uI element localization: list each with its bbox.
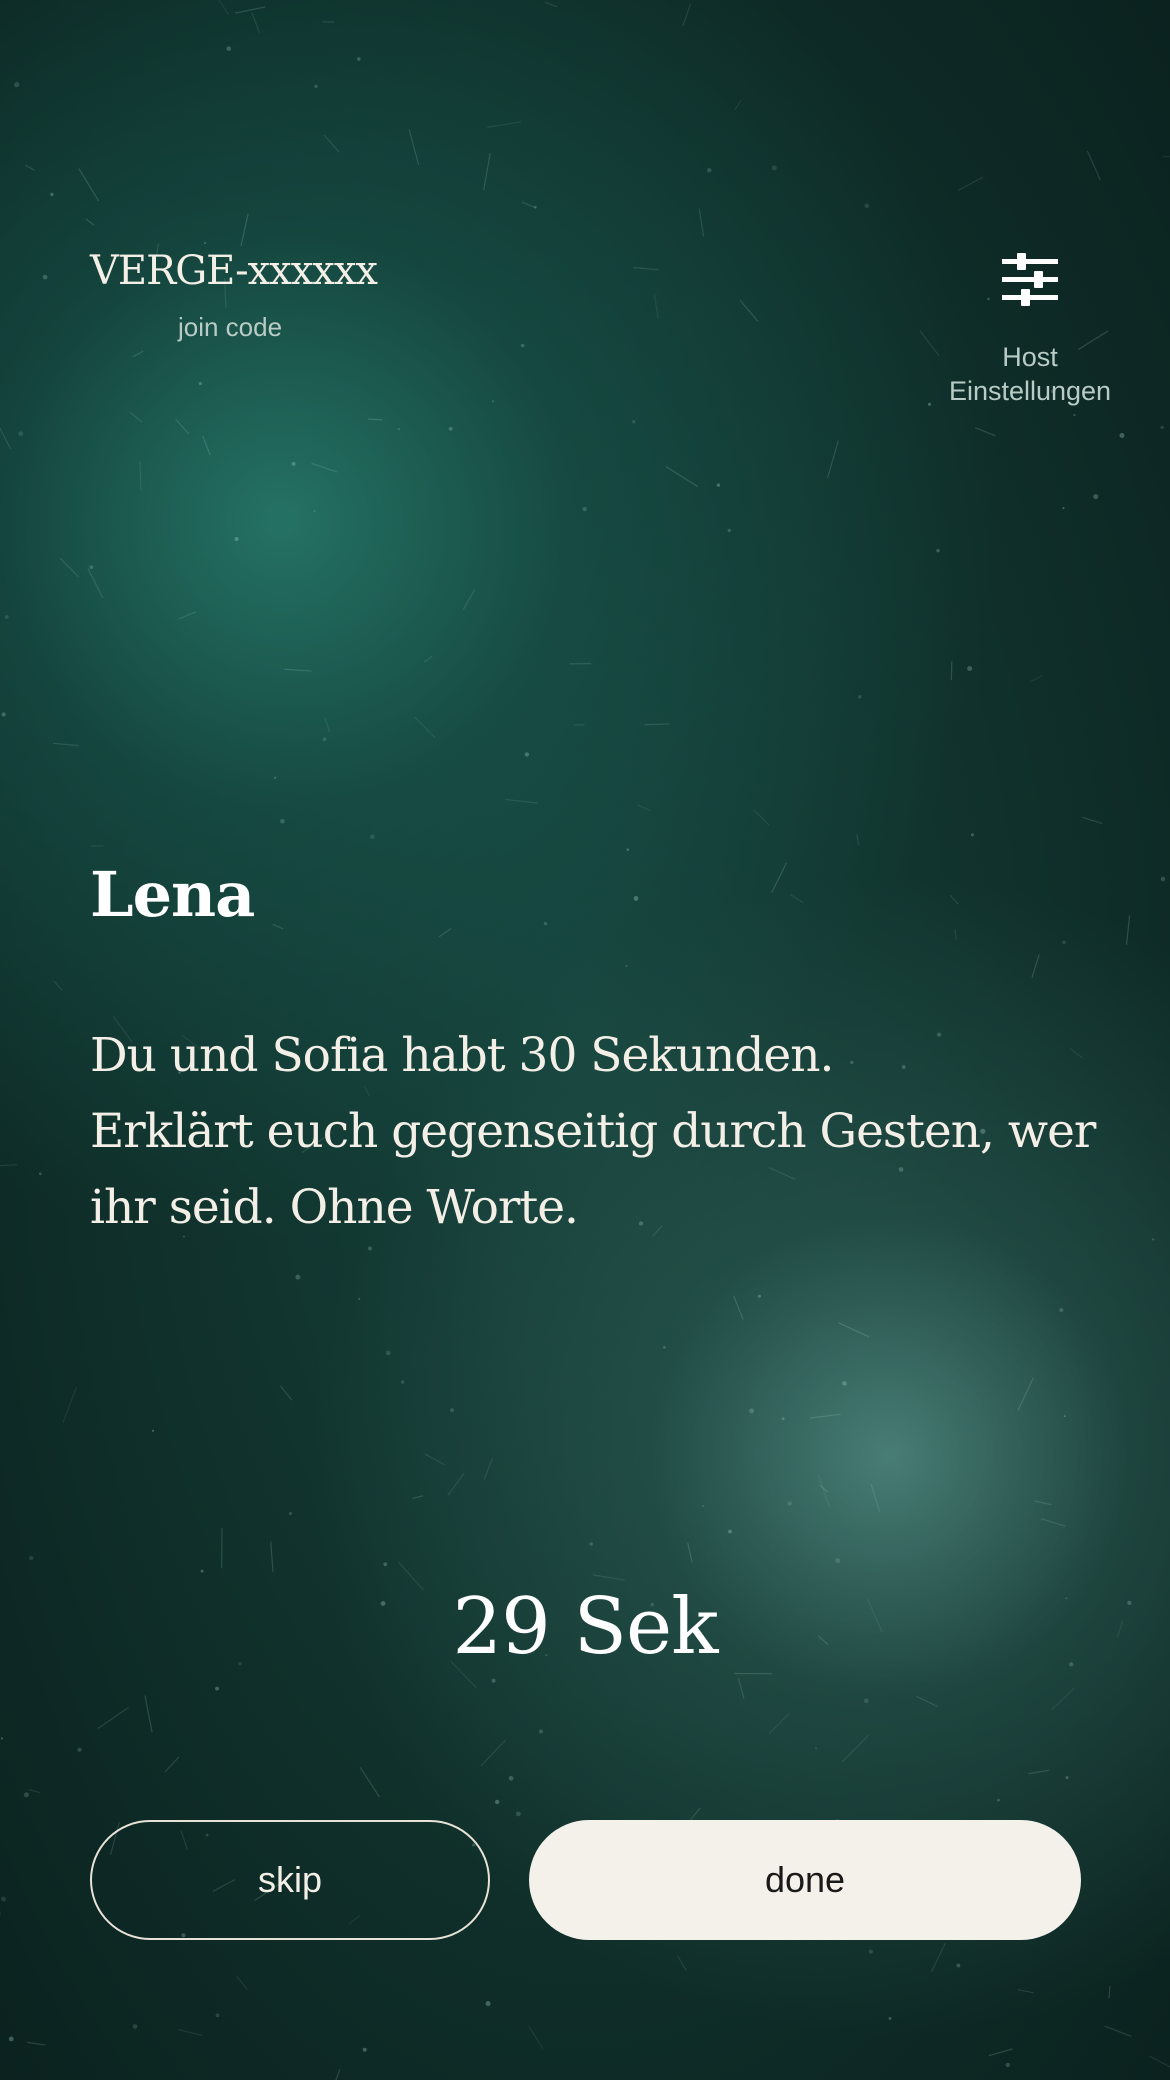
join-code-label: join code bbox=[177, 312, 283, 342]
done-button[interactable]: done bbox=[529, 1820, 1081, 1940]
join-code: VERGE-xxxxxx bbox=[90, 248, 378, 294]
prompt-text: Du und Sofia habt 30 Sekunden. Erklärt e… bbox=[90, 1018, 1096, 1246]
host-settings-label: Host Einstellungen bbox=[948, 342, 1112, 406]
prompt-line: ihr seid. Ohne Worte. bbox=[90, 1180, 579, 1235]
join-code-block: VERGE-xxxxxx join code bbox=[90, 248, 378, 343]
prompt-line: Erklärt euch gegenseitig durch Gesten, w… bbox=[90, 1104, 1096, 1159]
sliders-icon bbox=[930, 252, 1130, 306]
skip-button[interactable]: skip bbox=[90, 1820, 490, 1940]
prompt-line: Du und Sofia habt 30 Sekunden. bbox=[90, 1028, 834, 1083]
host-settings-button[interactable]: Host Einstellungen bbox=[930, 252, 1130, 408]
player-name: Lena bbox=[90, 858, 255, 931]
countdown-timer: 29 Sek bbox=[452, 1582, 719, 1672]
